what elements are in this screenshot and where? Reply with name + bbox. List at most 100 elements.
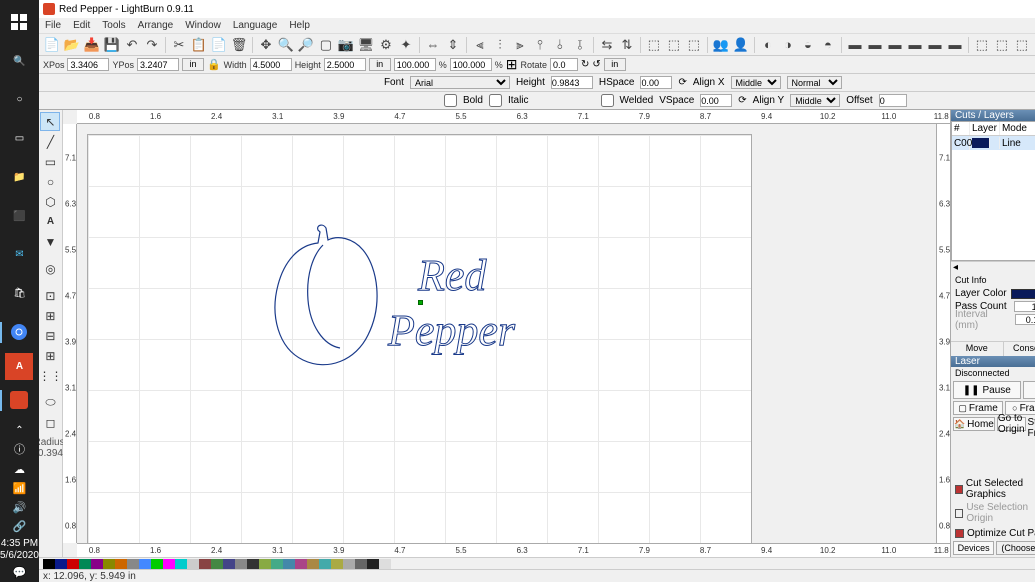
draw-line-tool[interactable]: ╱: [40, 132, 60, 151]
chrome-icon[interactable]: [0, 314, 38, 351]
select-tool[interactable]: ↖: [40, 112, 60, 131]
scale-h-input[interactable]: [450, 58, 492, 71]
ungroup2-icon[interactable]: ⬚: [685, 36, 703, 54]
offset-tool[interactable]: ◎: [40, 259, 60, 278]
group-tool[interactable]: ⊟: [40, 326, 60, 345]
cut-icon[interactable]: ✂: [170, 36, 188, 54]
user-icon[interactable]: 👤: [732, 36, 750, 54]
flip-h-icon[interactable]: ⇔: [424, 36, 442, 54]
palette-color[interactable]: [103, 559, 115, 569]
align-right-icon[interactable]: ⫸: [511, 36, 529, 54]
unit2-dropdown[interactable]: in: [369, 58, 391, 71]
dist-v-icon[interactable]: ⇅: [618, 36, 636, 54]
optpath-check[interactable]: [955, 529, 964, 538]
palette-color[interactable]: [223, 559, 235, 569]
rotate-cw-icon[interactable]: ↻: [581, 59, 589, 70]
menu-language[interactable]: Language: [233, 20, 278, 31]
dist-h-icon[interactable]: ⇆: [598, 36, 616, 54]
goto-origin-button[interactable]: Go to Origin: [997, 417, 1026, 431]
palette-color[interactable]: [379, 559, 391, 569]
width-input[interactable]: [250, 58, 292, 71]
wifi-icon[interactable]: 📶: [13, 482, 27, 495]
weld-tool[interactable]: ⊡: [40, 286, 60, 305]
palette-color[interactable]: [271, 559, 283, 569]
save-icon[interactable]: 💾: [103, 36, 121, 54]
task-view-icon[interactable]: ▭: [0, 120, 38, 157]
rotate-ccw-icon[interactable]: ↺: [592, 59, 600, 70]
palette-color[interactable]: [91, 559, 103, 569]
palette-color[interactable]: [175, 559, 187, 569]
clock[interactable]: 4:35 PM 5/6/2020: [0, 538, 39, 562]
laser-header[interactable]: Laser ◧ ✕: [951, 356, 1035, 367]
palette-color[interactable]: [259, 559, 271, 569]
menu-arrange[interactable]: Arrange: [138, 20, 174, 31]
bool4-icon[interactable]: ◓: [819, 36, 837, 54]
notifications-icon[interactable]: 💬: [13, 566, 27, 579]
palette-color[interactable]: [43, 559, 55, 569]
delete-icon[interactable]: 🗑: [230, 36, 248, 54]
normal-select[interactable]: Normal: [787, 76, 842, 89]
artwork-pepper[interactable]: Red Pepper: [268, 220, 588, 400]
canvas[interactable]: Red Pepper: [77, 124, 936, 543]
palette-color[interactable]: [283, 559, 295, 569]
lightburn-icon[interactable]: [0, 382, 38, 419]
import-icon[interactable]: 📥: [83, 36, 101, 54]
edit-nodes-tool[interactable]: ▼: [40, 232, 60, 251]
shape1-tool[interactable]: ⬭: [40, 393, 60, 412]
choose-select[interactable]: (Choose): [996, 541, 1035, 555]
ellipse-tool[interactable]: ○: [40, 172, 60, 191]
group-icon[interactable]: ⬚: [645, 36, 663, 54]
devices-button[interactable]: Devices: [953, 541, 994, 555]
zoom-in-icon[interactable]: 🔍: [277, 36, 295, 54]
bool-tool[interactable]: ⊞: [40, 306, 60, 325]
users-icon[interactable]: 👥: [712, 36, 730, 54]
settings-icon[interactable]: ⚙: [377, 36, 395, 54]
menu-tools[interactable]: Tools: [102, 20, 125, 31]
frame-button[interactable]: ▢ Frame: [953, 401, 1003, 415]
ypos-input[interactable]: [137, 58, 179, 71]
mail-icon[interactable]: ✉: [0, 237, 38, 274]
redo-icon[interactable]: ↷: [143, 36, 161, 54]
height-input[interactable]: [324, 58, 366, 71]
polygon-tool[interactable]: ⬡: [40, 192, 60, 211]
cortana-icon[interactable]: ○: [0, 82, 38, 119]
layer-color-swatch[interactable]: [1011, 289, 1035, 299]
menu-edit[interactable]: Edit: [73, 20, 90, 31]
hspace-input[interactable]: [640, 76, 672, 89]
cuts-layers-header[interactable]: Cuts / Layers ◧ ✕: [951, 110, 1035, 121]
rect4-icon[interactable]: ▬: [906, 36, 924, 54]
monitor-icon[interactable]: 🖥: [357, 36, 375, 54]
unit3[interactable]: in: [604, 58, 626, 71]
home-button[interactable]: 🏠 Home: [953, 417, 995, 431]
more2-icon[interactable]: ⬚: [993, 36, 1011, 54]
gear-icon[interactable]: ✦: [397, 36, 415, 54]
reset-icon[interactable]: ⟳: [678, 77, 686, 88]
palette-color[interactable]: [79, 559, 91, 569]
interval-input[interactable]: [1015, 314, 1035, 325]
rect-tool[interactable]: ▭: [40, 152, 60, 171]
rotate-input[interactable]: [550, 58, 578, 71]
rect1-icon[interactable]: ▬: [846, 36, 864, 54]
welded-check[interactable]: [601, 94, 614, 107]
preview-icon[interactable]: 📷: [337, 36, 355, 54]
palette-color[interactable]: [235, 559, 247, 569]
start-button[interactable]: [0, 4, 38, 41]
palette-color[interactable]: [55, 559, 67, 569]
flip-v-icon[interactable]: ⇕: [444, 36, 462, 54]
align-top-icon[interactable]: ⫯: [531, 36, 549, 54]
menu-file[interactable]: File: [45, 20, 61, 31]
show-hidden-icon[interactable]: ⌃: [0, 421, 38, 440]
usesel-check[interactable]: [955, 509, 963, 518]
autocad-icon[interactable]: A: [5, 353, 33, 380]
palette-color[interactable]: [115, 559, 127, 569]
menu-help[interactable]: Help: [289, 20, 310, 31]
text-tool[interactable]: A: [40, 212, 60, 231]
onedrive-icon[interactable]: ☁: [14, 463, 25, 476]
align-left-icon[interactable]: ⫷: [471, 36, 489, 54]
rect2-icon[interactable]: ▬: [866, 36, 884, 54]
search-icon[interactable]: 🔍: [0, 43, 38, 80]
bold-check[interactable]: [444, 94, 457, 107]
font-height-input[interactable]: [551, 76, 593, 89]
bool1-icon[interactable]: ◐: [759, 36, 777, 54]
copy-icon[interactable]: 📋: [190, 36, 208, 54]
